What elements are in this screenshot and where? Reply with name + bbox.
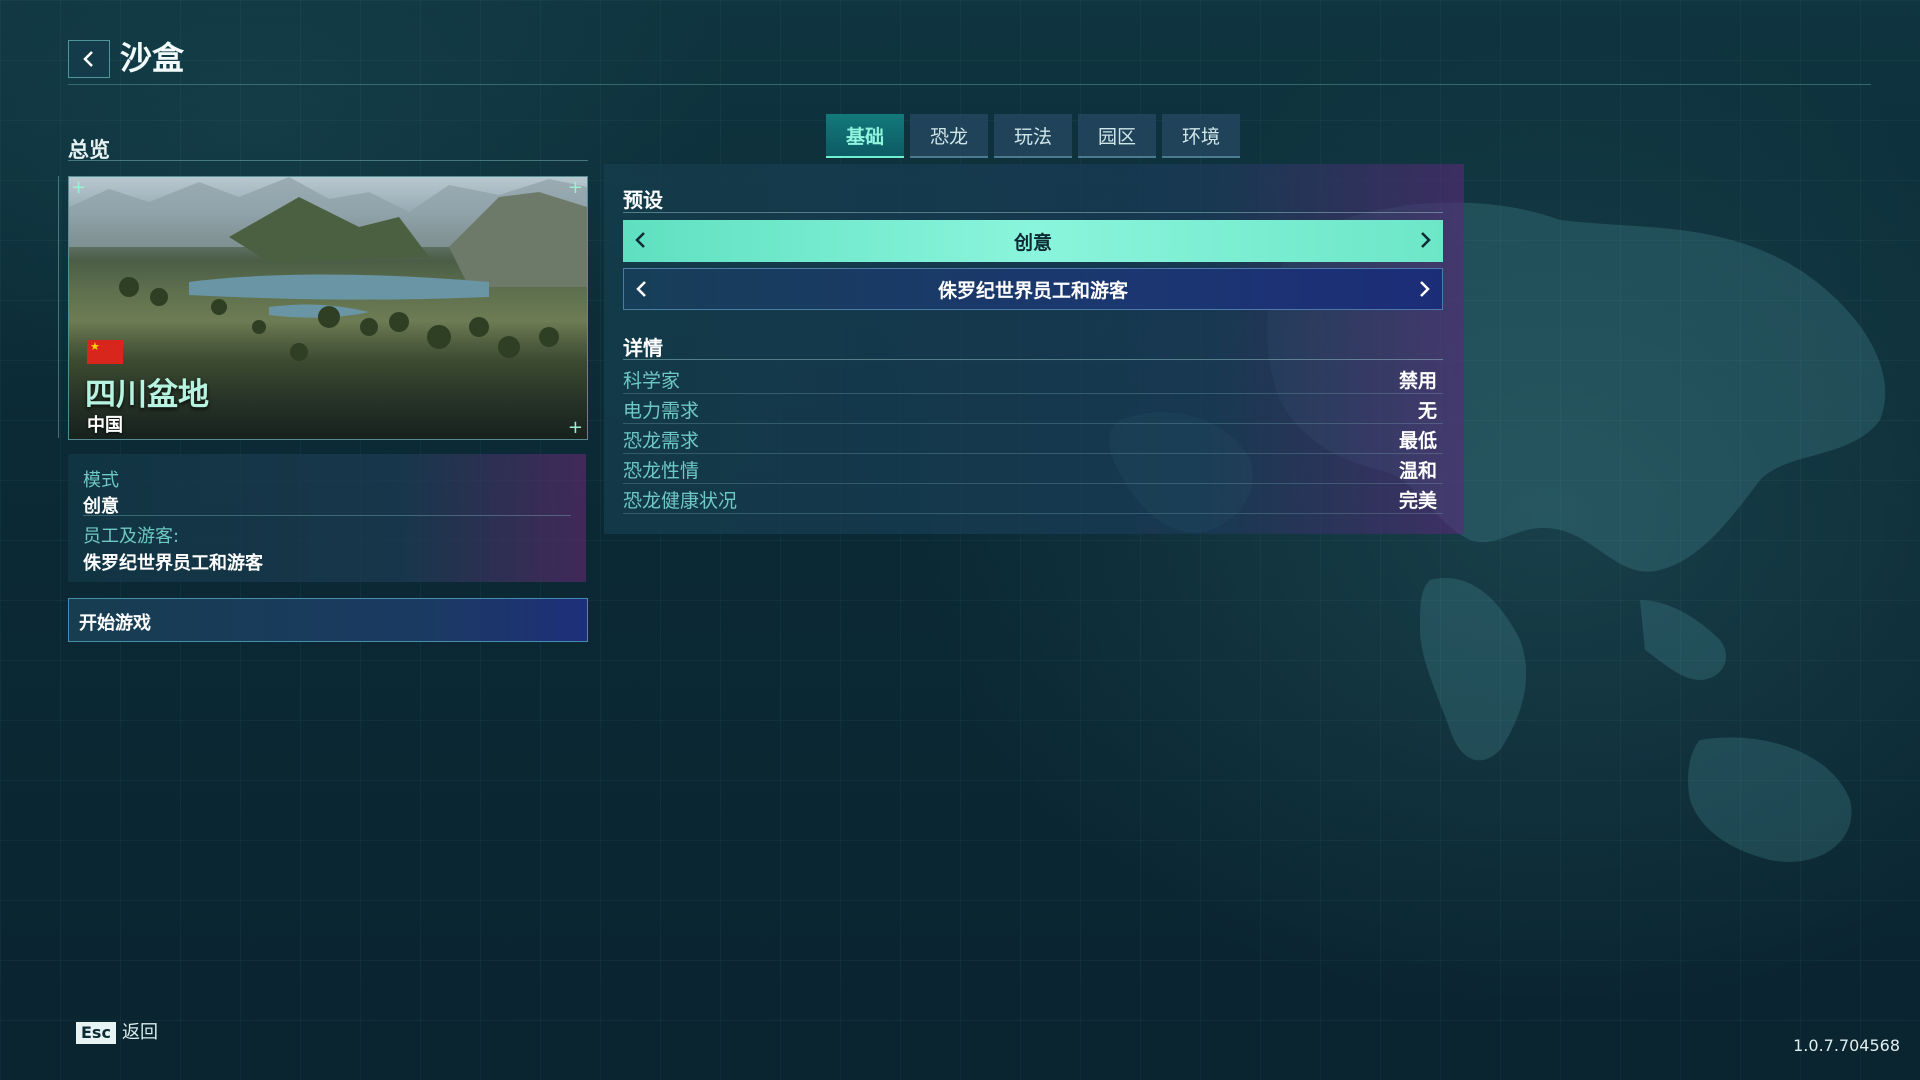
detail-value: 无 (1417, 400, 1437, 422)
start-game-label: 开始游戏 (79, 613, 151, 634)
china-flag-icon: ★ (87, 340, 123, 364)
tab-dinosaurs[interactable]: 恐龙 (910, 114, 988, 158)
page-title: 沙盒 (120, 39, 185, 77)
preset-title: 预设 (623, 188, 663, 212)
divider (623, 212, 1443, 213)
detail-value: 最低 (1398, 430, 1437, 452)
esc-key-hint[interactable]: Esc (76, 1022, 116, 1044)
preset-staff-value: 侏罗纪世界员工和游客 (937, 279, 1128, 302)
card-bracket (58, 176, 61, 438)
detail-label: 恐龙性情 (623, 460, 700, 482)
tab-park[interactable]: 园区 (1078, 114, 1156, 158)
detail-row-power: 电力需求 无 (623, 394, 1443, 424)
chevron-left-icon (83, 51, 93, 67)
staff-value: 侏罗纪世界员工和游客 (83, 553, 263, 574)
detail-label: 科学家 (623, 370, 681, 392)
map-name: 四川盆地 (85, 377, 209, 413)
staff-label: 员工及游客: (83, 526, 180, 547)
detail-value: 完美 (1398, 490, 1437, 512)
corner-plus-icon: + (567, 417, 583, 438)
overview-title: 总览 (68, 134, 588, 162)
corner-plus-icon: + (567, 177, 583, 198)
detail-value: 禁用 (1398, 370, 1437, 392)
detail-value: 温和 (1398, 460, 1437, 482)
detail-row-dino-health: 恐龙健康状况 完美 (623, 484, 1443, 514)
map-country: 中国 (87, 415, 123, 436)
detail-label: 恐龙健康状况 (623, 490, 738, 512)
version-label: 1.0.7.704568 (1793, 1036, 1900, 1055)
back-hint-label[interactable]: 返回 (122, 1022, 158, 1044)
preset-mode-value: 创意 (1013, 231, 1052, 254)
chevron-left-icon[interactable] (630, 277, 654, 301)
back-button[interactable] (68, 40, 110, 78)
tab-bar: 基础 恐龙 玩法 园区 环境 (826, 114, 1240, 158)
corner-plus-icon: + (71, 177, 87, 198)
divider (83, 515, 571, 516)
chevron-right-icon[interactable] (1413, 228, 1437, 252)
tab-basic[interactable]: 基础 (826, 114, 904, 158)
map-card[interactable]: + + + ★ 四川盆地 中国 (68, 176, 588, 440)
detail-row-dino-temper: 恐龙性情 温和 (623, 454, 1443, 484)
tab-environment[interactable]: 环境 (1162, 114, 1240, 158)
preset-mode-selector[interactable]: 创意 (623, 220, 1443, 262)
header-bar: 沙盒 (68, 38, 1871, 85)
detail-row-scientists: 科学家 禁用 (623, 364, 1443, 394)
settings-panel: 预设 创意 侏罗纪世界员工和游客 详情 科学家 禁用 电力需求 无 恐龙需求 最… (604, 164, 1464, 534)
detail-label: 恐龙需求 (623, 430, 700, 452)
tab-gameplay[interactable]: 玩法 (994, 114, 1072, 158)
chevron-left-icon[interactable] (629, 228, 653, 252)
overview-panel: 模式 创意 员工及游客: 侏罗纪世界员工和游客 (68, 454, 586, 582)
chevron-right-icon[interactable] (1412, 277, 1436, 301)
divider (623, 359, 1443, 360)
details-title: 详情 (623, 336, 663, 360)
detail-label: 电力需求 (623, 400, 700, 422)
start-game-button[interactable]: 开始游戏 (68, 598, 588, 642)
detail-row-dino-needs: 恐龙需求 最低 (623, 424, 1443, 454)
mode-label: 模式 (83, 470, 119, 491)
preset-staff-selector[interactable]: 侏罗纪世界员工和游客 (623, 268, 1443, 310)
